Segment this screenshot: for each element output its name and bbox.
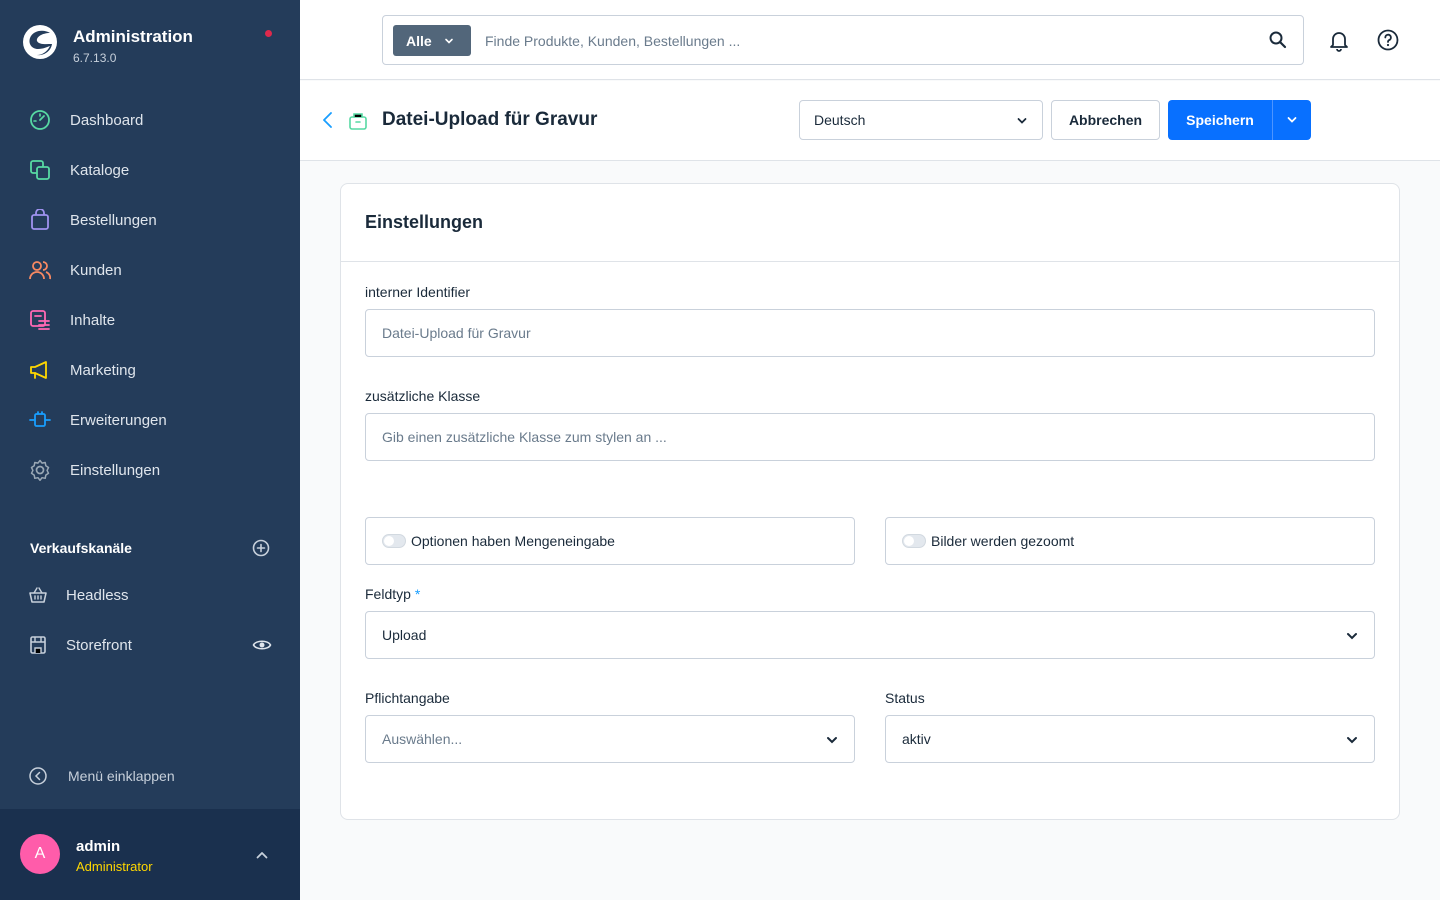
required-select[interactable]: Auswählen...: [365, 715, 855, 763]
zoom-toggle[interactable]: [902, 534, 926, 548]
nav-item-customers[interactable]: Kunden: [0, 245, 300, 295]
help-icon[interactable]: [1376, 28, 1400, 52]
field-type-label-text: Feldtyp: [365, 586, 411, 602]
field-type-value: Upload: [382, 627, 427, 643]
search-type-label: Alle: [406, 32, 432, 49]
css-class-label: zusätzliche Klasse: [365, 388, 481, 404]
sales-channels-title: Verkaufskanäle: [30, 540, 132, 556]
nav-item-extensions[interactable]: Erweiterungen: [0, 395, 300, 445]
search-type-dropdown[interactable]: Alle: [393, 25, 471, 56]
storefront-icon: [30, 636, 46, 654]
dashboard-icon: [28, 108, 52, 132]
extensions-icon: [28, 408, 52, 432]
status-value: aktiv: [902, 731, 931, 747]
chevron-down-icon: [1347, 737, 1357, 744]
chevron-down-icon: [1017, 118, 1027, 124]
sales-channel-label: Storefront: [66, 636, 132, 654]
card-header: Einstellungen: [341, 184, 1399, 262]
card-title: Einstellungen: [365, 212, 484, 232]
add-circle-icon[interactable]: [252, 539, 270, 557]
quantity-switch-field[interactable]: Optionen haben Mengeneingabe: [365, 517, 855, 565]
orders-icon: [28, 208, 52, 232]
catalog-icon: [28, 158, 52, 182]
nav-label: Marketing: [70, 361, 136, 379]
settings-card: Einstellungen interner Identifier zusätz…: [340, 183, 1400, 820]
nav-label: Kunden: [70, 261, 122, 279]
css-class-input[interactable]: [365, 413, 1375, 461]
chevron-left-icon[interactable]: [320, 111, 336, 129]
status-label: Status: [885, 690, 925, 706]
quantity-switch-label: Optionen haben Mengeneingabe: [411, 533, 615, 549]
page-header: Datei-Upload für Gravur Deutsch Abbreche…: [300, 81, 1440, 161]
save-button[interactable]: Speichern: [1168, 100, 1272, 140]
content-icon: [28, 308, 52, 332]
settings-icon: [28, 458, 52, 482]
sales-channel-storefront[interactable]: Storefront: [0, 620, 300, 670]
status-select[interactable]: aktiv: [885, 715, 1375, 763]
nav-label: Bestellungen: [70, 211, 157, 229]
nav-item-content[interactable]: Inhalte: [0, 295, 300, 345]
chevron-down-icon: [444, 38, 453, 44]
basket-icon: [29, 587, 47, 603]
zoom-switch-label: Bilder werden gezoomt: [931, 533, 1075, 549]
customers-icon: [28, 258, 52, 282]
chevron-down-icon: [1347, 633, 1357, 640]
chevron-up-icon[interactable]: [254, 847, 270, 863]
sales-channels-header: Verkaufskanäle: [30, 536, 270, 560]
page-title: Datei-Upload für Gravur: [382, 109, 598, 130]
nav-label: Kataloge: [70, 161, 130, 179]
collapse-menu-label: Menü einklappen: [68, 768, 175, 784]
shopware-logo-icon: [23, 25, 57, 59]
sales-channel-label: Headless: [66, 586, 129, 604]
user-role: Administrator: [76, 859, 153, 874]
eye-icon[interactable]: [252, 635, 272, 655]
nav-item-catalogs[interactable]: Kataloge: [0, 145, 300, 195]
nav-item-orders[interactable]: Bestellungen: [0, 195, 300, 245]
field-type-select[interactable]: Upload: [365, 611, 1375, 659]
required-placeholder: Auswählen...: [382, 731, 463, 747]
quantity-toggle[interactable]: [382, 534, 406, 548]
search-input[interactable]: [485, 26, 1245, 56]
nav-label: Inhalte: [70, 311, 116, 329]
global-search: Alle: [382, 15, 1304, 65]
notification-dot: [265, 30, 272, 37]
required-mark: *: [414, 586, 421, 602]
nav-item-dashboard[interactable]: Dashboard: [0, 95, 300, 145]
chevron-down-icon: [1287, 117, 1297, 123]
chevron-left-circle-icon: [29, 767, 47, 785]
sales-channel-headless[interactable]: Headless: [0, 570, 300, 620]
collapse-menu-button[interactable]: Menü einklappen: [28, 763, 175, 789]
nav-label: Einstellungen: [70, 461, 161, 479]
nav-label: Dashboard: [70, 111, 144, 129]
product-icon: [349, 113, 367, 130]
save-options-button[interactable]: [1272, 100, 1311, 140]
nav-label: Erweiterungen: [70, 411, 167, 429]
main-nav: Dashboard Kataloge Bestellungen Kunden I…: [0, 95, 300, 495]
avatar: A: [20, 834, 60, 874]
user-name: admin: [76, 838, 121, 855]
top-bar: Alle: [300, 0, 1440, 80]
sales-channels-list: Headless Storefront: [0, 570, 300, 670]
marketing-icon: [28, 358, 52, 382]
required-label: Pflichtangabe: [365, 690, 450, 706]
field-type-label: Feldtyp *: [365, 586, 420, 602]
brand-version: 6.7.13.0: [73, 51, 117, 65]
identifier-input[interactable]: [365, 309, 1375, 357]
zoom-switch-field[interactable]: Bilder werden gezoomt: [885, 517, 1375, 565]
nav-item-settings[interactable]: Einstellungen: [0, 445, 300, 495]
cancel-button[interactable]: Abbrechen: [1051, 100, 1160, 140]
bell-icon[interactable]: [1327, 28, 1351, 52]
user-panel[interactable]: A admin Administrator: [0, 809, 300, 900]
sidebar: Administration 6.7.13.0 Dashboard Katalo…: [0, 0, 300, 900]
chevron-down-icon: [827, 737, 837, 744]
nav-item-marketing[interactable]: Marketing: [0, 345, 300, 395]
search-icon[interactable]: [1268, 30, 1288, 50]
brand[interactable]: Administration 6.7.13.0: [22, 22, 282, 66]
language-select[interactable]: Deutsch: [799, 100, 1043, 140]
identifier-label: interner Identifier: [365, 284, 471, 300]
language-value: Deutsch: [814, 112, 866, 128]
brand-title: Administration: [73, 27, 193, 46]
